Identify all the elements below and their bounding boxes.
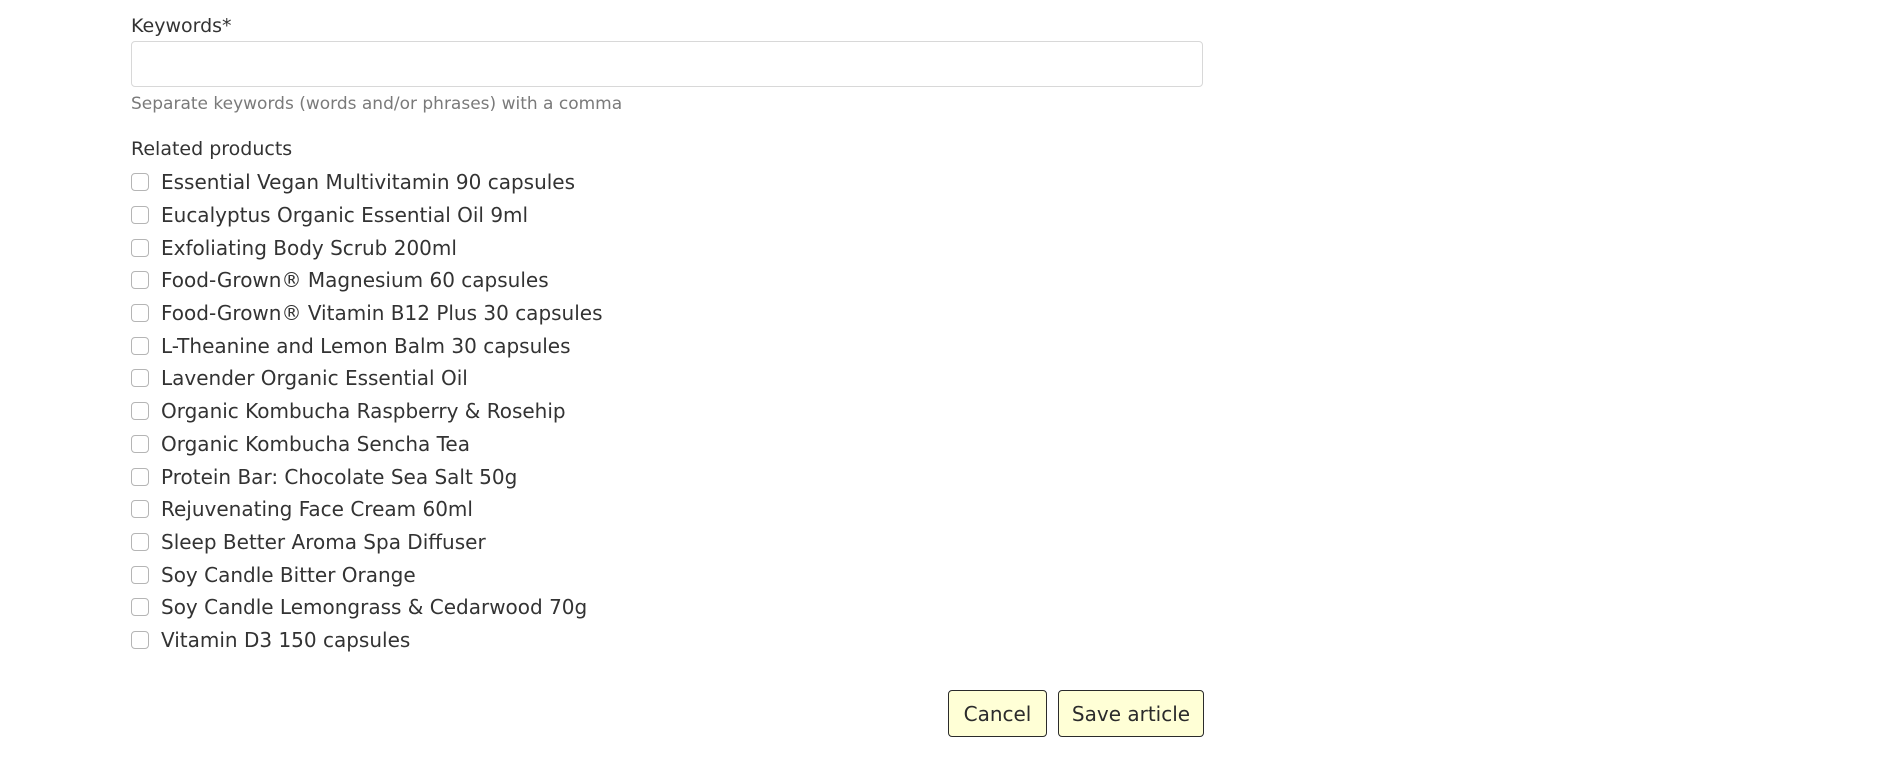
product-label: Protein Bar: Chocolate Sea Salt 50g xyxy=(161,464,518,489)
product-label: Sleep Better Aroma Spa Diffuser xyxy=(161,529,486,554)
keywords-help-text: Separate keywords (words and/or phrases)… xyxy=(131,94,623,114)
product-checkbox[interactable] xyxy=(131,500,149,519)
product-checkbox[interactable] xyxy=(131,238,149,257)
product-label: Eucalyptus Organic Essential Oil 9ml xyxy=(161,203,529,228)
related-product-item[interactable]: Vitamin D3 150 capsules xyxy=(131,624,603,657)
product-label: Vitamin D3 150 capsules xyxy=(161,627,411,652)
product-checkbox[interactable] xyxy=(131,565,149,584)
product-checkbox[interactable] xyxy=(131,304,149,323)
related-product-item[interactable]: Rejuvenating Face Cream 60ml xyxy=(131,493,603,526)
article-form: Keywords* Separate keywords (words and/o… xyxy=(0,0,1882,781)
related-product-item[interactable]: Exfoliating Body Scrub 200ml xyxy=(131,231,603,264)
product-checkbox[interactable] xyxy=(131,434,149,453)
product-checkbox[interactable] xyxy=(131,630,149,649)
product-checkbox[interactable] xyxy=(131,467,149,486)
related-product-item[interactable]: Sleep Better Aroma Spa Diffuser xyxy=(131,526,603,559)
related-products-list: Essential Vegan Multivitamin 90 capsules… xyxy=(131,166,603,656)
related-products-label: Related products xyxy=(131,138,293,160)
product-label: Soy Candle Lemongrass & Cedarwood 70g xyxy=(161,595,588,620)
product-label: Food-Grown® Vitamin B12 Plus 30 capsules xyxy=(161,301,603,326)
product-checkbox[interactable] xyxy=(131,598,149,617)
product-checkbox[interactable] xyxy=(131,173,149,192)
cancel-button[interactable]: Cancel xyxy=(948,690,1047,737)
product-checkbox[interactable] xyxy=(131,369,149,388)
related-product-item[interactable]: Food-Grown® Vitamin B12 Plus 30 capsules xyxy=(131,297,603,330)
related-product-item[interactable]: Lavender Organic Essential Oil xyxy=(131,362,603,395)
keywords-label: Keywords* xyxy=(131,15,232,37)
related-product-item[interactable]: L-Theanine and Lemon Balm 30 capsules xyxy=(131,329,603,362)
product-label: Exfoliating Body Scrub 200ml xyxy=(161,235,457,260)
save-article-button[interactable]: Save article xyxy=(1058,690,1204,737)
product-checkbox[interactable] xyxy=(131,271,149,290)
product-checkbox[interactable] xyxy=(131,206,149,225)
related-product-item[interactable]: Essential Vegan Multivitamin 90 capsules xyxy=(131,166,603,199)
related-product-item[interactable]: Organic Kombucha Raspberry & Rosehip xyxy=(131,395,603,428)
related-product-item[interactable]: Protein Bar: Chocolate Sea Salt 50g xyxy=(131,460,603,493)
related-product-item[interactable]: Soy Candle Lemongrass & Cedarwood 70g xyxy=(131,591,603,624)
product-label: Food-Grown® Magnesium 60 capsules xyxy=(161,268,549,293)
product-label: Soy Candle Bitter Orange xyxy=(161,562,416,587)
related-product-item[interactable]: Eucalyptus Organic Essential Oil 9ml xyxy=(131,199,603,232)
product-checkbox[interactable] xyxy=(131,336,149,355)
product-label: Essential Vegan Multivitamin 90 capsules xyxy=(161,170,576,195)
product-label: L-Theanine and Lemon Balm 30 capsules xyxy=(161,333,571,358)
product-label: Lavender Organic Essential Oil xyxy=(161,366,468,391)
product-label: Rejuvenating Face Cream 60ml xyxy=(161,497,473,522)
related-product-item[interactable]: Organic Kombucha Sencha Tea xyxy=(131,428,603,461)
product-checkbox[interactable] xyxy=(131,402,149,421)
product-checkbox[interactable] xyxy=(131,532,149,551)
keywords-input[interactable] xyxy=(131,41,1203,87)
related-product-item[interactable]: Food-Grown® Magnesium 60 capsules xyxy=(131,264,603,297)
related-product-item[interactable]: Soy Candle Bitter Orange xyxy=(131,558,603,591)
product-label: Organic Kombucha Raspberry & Rosehip xyxy=(161,399,566,424)
product-label: Organic Kombucha Sencha Tea xyxy=(161,431,470,456)
